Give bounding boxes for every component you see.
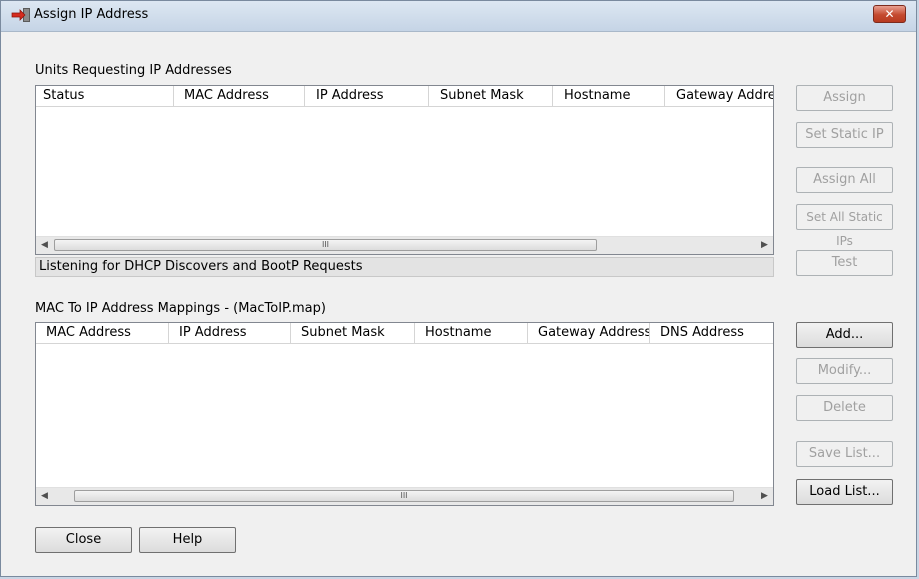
column-header-hostname[interactable]: Hostname	[553, 86, 665, 107]
close-button[interactable]: Close	[35, 527, 132, 553]
set-all-static-ips-button[interactable]: Set All Static IPs	[796, 204, 893, 248]
mappings-horizontal-scrollbar[interactable]: ◀ III ▶	[36, 487, 773, 505]
column-header-subnet-mask[interactable]: Subnet Mask	[429, 86, 553, 107]
modify-button[interactable]: Modify...	[796, 358, 893, 384]
load-list-button[interactable]: Load List...	[796, 479, 893, 505]
scroll-right-arrow-icon[interactable]: ▶	[756, 488, 773, 505]
scroll-grip: III	[400, 491, 408, 500]
column-header-subnet-mask[interactable]: Subnet Mask	[291, 323, 415, 344]
assign-all-button[interactable]: Assign All	[796, 167, 893, 193]
column-header-dns-address[interactable]: DNS Address	[650, 323, 773, 344]
add-button[interactable]: Add...	[796, 322, 893, 348]
scroll-left-arrow-icon[interactable]: ◀	[36, 488, 53, 505]
column-header-ip-address[interactable]: IP Address	[305, 86, 429, 107]
requests-group-label: Units Requesting IP Addresses	[35, 63, 232, 78]
requests-horizontal-scrollbar[interactable]: ◀ III ▶	[36, 236, 773, 254]
network-arrow-icon	[11, 8, 30, 22]
column-header-mac-address[interactable]: MAC Address	[174, 86, 305, 107]
assign-ip-dialog: Assign IP Address ✕ Units Requesting IP …	[0, 0, 917, 577]
scroll-left-arrow-icon[interactable]: ◀	[36, 237, 53, 254]
mappings-list[interactable]: MAC Address IP Address Subnet Mask Hostn…	[35, 322, 774, 506]
window-close-button[interactable]: ✕	[873, 5, 906, 23]
assign-button[interactable]: Assign	[796, 85, 893, 111]
scroll-right-arrow-icon[interactable]: ▶	[756, 237, 773, 254]
column-header-mac-address[interactable]: MAC Address	[36, 323, 169, 344]
set-static-ip-button[interactable]: Set Static IP	[796, 122, 893, 148]
scroll-thumb[interactable]: III	[74, 490, 734, 502]
title-bar: Assign IP Address ✕	[1, 1, 916, 32]
save-list-button[interactable]: Save List...	[796, 441, 893, 467]
column-header-status[interactable]: Status	[36, 86, 174, 107]
window-title: Assign IP Address	[34, 7, 149, 22]
column-header-gateway-address[interactable]: Gateway Addres	[665, 86, 773, 107]
scroll-thumb[interactable]: III	[54, 239, 597, 251]
delete-button[interactable]: Delete	[796, 395, 893, 421]
scroll-grip: III	[321, 240, 330, 249]
help-button[interactable]: Help	[139, 527, 236, 553]
requests-list[interactable]: Status MAC Address IP Address Subnet Mas…	[35, 85, 774, 255]
column-header-ip-address[interactable]: IP Address	[169, 323, 291, 344]
column-header-gateway-address[interactable]: Gateway Address	[528, 323, 650, 344]
mappings-group-label: MAC To IP Address Mappings - (MacToIP.ma…	[35, 301, 326, 316]
status-text: Listening for DHCP Discovers and BootP R…	[35, 257, 774, 277]
test-button[interactable]: Test	[796, 250, 893, 276]
column-header-hostname[interactable]: Hostname	[415, 323, 528, 344]
